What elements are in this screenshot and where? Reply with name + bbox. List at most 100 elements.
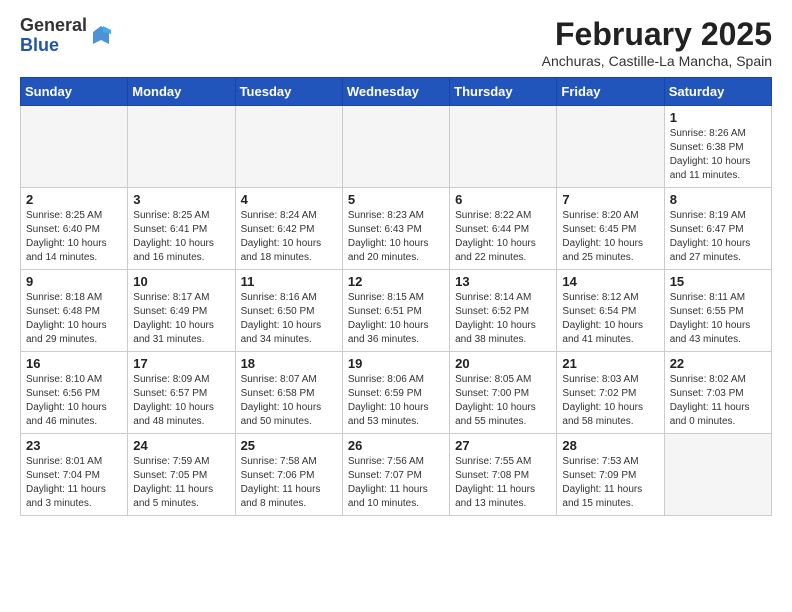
day-number: 21 xyxy=(562,356,658,371)
day-number: 26 xyxy=(348,438,444,453)
day-info: Sunrise: 8:17 AM Sunset: 6:49 PM Dayligh… xyxy=(133,291,229,347)
day-number: 2 xyxy=(26,192,122,207)
day-number: 16 xyxy=(26,356,122,371)
calendar-day-cell: 4 Sunrise: 8:24 AM Sunset: 6:42 PM Daylig… xyxy=(235,188,342,270)
day-info: Sunrise: 8:10 AM Sunset: 6:56 PM Dayligh… xyxy=(26,373,122,429)
day-info: Sunrise: 8:16 AM Sunset: 6:50 PM Dayligh… xyxy=(241,291,337,347)
calendar-day-cell: 13Sunrise: 8:14 AM Sunset: 6:52 PM Dayli… xyxy=(450,270,557,352)
day-info: Sunrise: 7:56 AM Sunset: 7:07 PM Dayligh… xyxy=(348,455,444,511)
day-info: Sunrise: 8:02 AM Sunset: 7:03 PM Dayligh… xyxy=(670,373,766,429)
weekday-header-friday: Friday xyxy=(557,78,664,106)
calendar-day-cell: 8Sunrise: 8:19 AM Sunset: 6:47 PM Daylig… xyxy=(664,188,771,270)
day-number: 15 xyxy=(670,274,766,289)
calendar-week-row: 9 Sunrise: 8:18 AM Sunset: 6:48 PM Daylig… xyxy=(21,270,772,352)
day-info: Sunrise: 8:06 AM Sunset: 6:59 PM Dayligh… xyxy=(348,373,444,429)
calendar-day-cell: 6 Sunrise: 8:22 AM Sunset: 6:44 PM Daylig… xyxy=(450,188,557,270)
calendar-day-cell: 27Sunrise: 7:55 AM Sunset: 7:08 PM Dayli… xyxy=(450,434,557,516)
day-number: 10 xyxy=(133,274,229,289)
day-info: Sunrise: 8:14 AM Sunset: 6:52 PM Dayligh… xyxy=(455,291,551,347)
calendar-day-cell: 20 Sunrise: 8:05 AM Sunset: 7:00 PM Dayli… xyxy=(450,352,557,434)
day-number: 9 xyxy=(26,274,122,289)
calendar-day-cell: 9 Sunrise: 8:18 AM Sunset: 6:48 PM Daylig… xyxy=(21,270,128,352)
calendar-day-cell: 3Sunrise: 8:25 AM Sunset: 6:41 PM Daylig… xyxy=(128,188,235,270)
day-number: 25 xyxy=(241,438,337,453)
calendar-day-cell: 1 Sunrise: 8:26 AM Sunset: 6:38 PM Daylig… xyxy=(664,106,771,188)
day-info: Sunrise: 8:26 AM Sunset: 6:38 PM Dayligh… xyxy=(670,127,766,183)
calendar-day-cell: 5 Sunrise: 8:23 AM Sunset: 6:43 PM Daylig… xyxy=(342,188,449,270)
day-number: 3 xyxy=(133,192,229,207)
day-info: Sunrise: 8:05 AM Sunset: 7:00 PM Dayligh… xyxy=(455,373,551,429)
logo-general-text: General xyxy=(20,16,87,36)
day-number: 17 xyxy=(133,356,229,371)
day-number: 22 xyxy=(670,356,766,371)
logo: General Blue xyxy=(20,16,113,56)
weekday-header-monday: Monday xyxy=(128,78,235,106)
day-number: 20 xyxy=(455,356,551,371)
calendar-day-cell xyxy=(557,106,664,188)
calendar-week-row: 16 Sunrise: 8:10 AM Sunset: 6:56 PM Dayli… xyxy=(21,352,772,434)
calendar-day-cell: 28 Sunrise: 7:53 AM Sunset: 7:09 PM Dayli… xyxy=(557,434,664,516)
day-number: 11 xyxy=(241,274,337,289)
day-number: 1 xyxy=(670,110,766,125)
day-info: Sunrise: 8:22 AM Sunset: 6:44 PM Dayligh… xyxy=(455,209,551,265)
day-info: Sunrise: 8:24 AM Sunset: 6:42 PM Dayligh… xyxy=(241,209,337,265)
calendar-day-cell: 11 Sunrise: 8:16 AM Sunset: 6:50 PM Dayli… xyxy=(235,270,342,352)
weekday-header-thursday: Thursday xyxy=(450,78,557,106)
calendar-day-cell: 12 Sunrise: 8:15 AM Sunset: 6:51 PM Dayli… xyxy=(342,270,449,352)
calendar-day-cell: 7 Sunrise: 8:20 AM Sunset: 6:45 PM Daylig… xyxy=(557,188,664,270)
calendar-day-cell: 17 Sunrise: 8:09 AM Sunset: 6:57 PM Dayli… xyxy=(128,352,235,434)
day-number: 7 xyxy=(562,192,658,207)
weekday-header-row: SundayMondayTuesdayWednesdayThursdayFrid… xyxy=(21,78,772,106)
calendar-day-cell: 23 Sunrise: 8:01 AM Sunset: 7:04 PM Dayli… xyxy=(21,434,128,516)
calendar-day-cell: 10 Sunrise: 8:17 AM Sunset: 6:49 PM Dayli… xyxy=(128,270,235,352)
day-info: Sunrise: 8:20 AM Sunset: 6:45 PM Dayligh… xyxy=(562,209,658,265)
day-number: 28 xyxy=(562,438,658,453)
calendar-day-cell: 15 Sunrise: 8:11 AM Sunset: 6:55 PM Dayli… xyxy=(664,270,771,352)
calendar-table: SundayMondayTuesdayWednesdayThursdayFrid… xyxy=(20,77,772,516)
day-number: 12 xyxy=(348,274,444,289)
day-info: Sunrise: 8:07 AM Sunset: 6:58 PM Dayligh… xyxy=(241,373,337,429)
calendar-day-cell: 19 Sunrise: 8:06 AM Sunset: 6:59 PM Dayli… xyxy=(342,352,449,434)
weekday-header-sunday: Sunday xyxy=(21,78,128,106)
calendar-week-row: 2 Sunrise: 8:25 AM Sunset: 6:40 PM Daylig… xyxy=(21,188,772,270)
calendar-day-cell: 16 Sunrise: 8:10 AM Sunset: 6:56 PM Dayli… xyxy=(21,352,128,434)
day-info: Sunrise: 7:58 AM Sunset: 7:06 PM Dayligh… xyxy=(241,455,337,511)
logo-icon xyxy=(89,24,113,48)
calendar-day-cell: 14 Sunrise: 8:12 AM Sunset: 6:54 PM Dayli… xyxy=(557,270,664,352)
calendar-week-row: 1 Sunrise: 8:26 AM Sunset: 6:38 PM Daylig… xyxy=(21,106,772,188)
logo-blue-text: Blue xyxy=(20,36,87,56)
calendar-day-cell xyxy=(450,106,557,188)
month-year-title: February 2025 xyxy=(542,16,772,53)
day-info: Sunrise: 8:12 AM Sunset: 6:54 PM Dayligh… xyxy=(562,291,658,347)
day-number: 8 xyxy=(670,192,766,207)
calendar-day-cell: 22 Sunrise: 8:02 AM Sunset: 7:03 PM Dayli… xyxy=(664,352,771,434)
calendar-week-row: 23 Sunrise: 8:01 AM Sunset: 7:04 PM Dayli… xyxy=(21,434,772,516)
day-info: Sunrise: 8:11 AM Sunset: 6:55 PM Dayligh… xyxy=(670,291,766,347)
day-number: 14 xyxy=(562,274,658,289)
calendar-day-cell xyxy=(235,106,342,188)
day-number: 23 xyxy=(26,438,122,453)
calendar-day-cell: 18Sunrise: 8:07 AM Sunset: 6:58 PM Dayli… xyxy=(235,352,342,434)
day-number: 4 xyxy=(241,192,337,207)
day-info: Sunrise: 7:53 AM Sunset: 7:09 PM Dayligh… xyxy=(562,455,658,511)
day-number: 5 xyxy=(348,192,444,207)
title-block: February 2025 Anchuras, Castille-La Manc… xyxy=(542,16,772,69)
day-info: Sunrise: 8:03 AM Sunset: 7:02 PM Dayligh… xyxy=(562,373,658,429)
day-info: Sunrise: 8:25 AM Sunset: 6:40 PM Dayligh… xyxy=(26,209,122,265)
weekday-header-saturday: Saturday xyxy=(664,78,771,106)
calendar-day-cell xyxy=(128,106,235,188)
calendar-day-cell: 21 Sunrise: 8:03 AM Sunset: 7:02 PM Dayli… xyxy=(557,352,664,434)
day-info: Sunrise: 8:15 AM Sunset: 6:51 PM Dayligh… xyxy=(348,291,444,347)
day-number: 19 xyxy=(348,356,444,371)
calendar-day-cell: 25 Sunrise: 7:58 AM Sunset: 7:06 PM Dayli… xyxy=(235,434,342,516)
day-info: Sunrise: 7:59 AM Sunset: 7:05 PM Dayligh… xyxy=(133,455,229,511)
day-info: Sunrise: 7:55 AM Sunset: 7:08 PM Dayligh… xyxy=(455,455,551,511)
day-info: Sunrise: 8:18 AM Sunset: 6:48 PM Dayligh… xyxy=(26,291,122,347)
weekday-header-wednesday: Wednesday xyxy=(342,78,449,106)
day-number: 6 xyxy=(455,192,551,207)
day-info: Sunrise: 8:01 AM Sunset: 7:04 PM Dayligh… xyxy=(26,455,122,511)
weekday-header-tuesday: Tuesday xyxy=(235,78,342,106)
day-info: Sunrise: 8:23 AM Sunset: 6:43 PM Dayligh… xyxy=(348,209,444,265)
day-info: Sunrise: 8:09 AM Sunset: 6:57 PM Dayligh… xyxy=(133,373,229,429)
calendar-day-cell xyxy=(21,106,128,188)
